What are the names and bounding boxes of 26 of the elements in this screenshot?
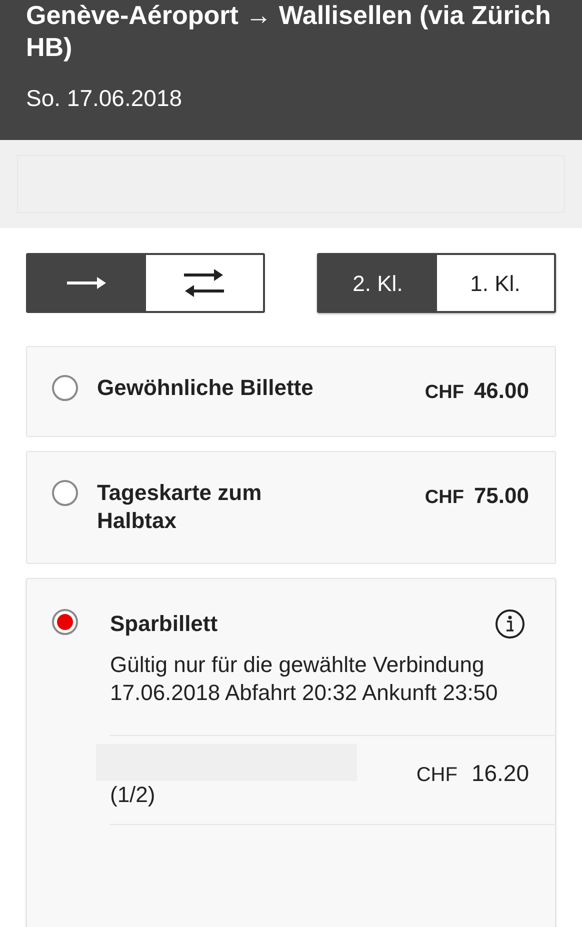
currency-label: CHF: [416, 762, 458, 788]
offer-name: Tageskarte zum Halbtax: [97, 478, 263, 534]
route-title: Genève-Aéroport → Wallisellen (via Zürich HB): [26, 0, 552, 63]
offer-description: Gültig nur für die gewählte Verbindung: [110, 650, 486, 678]
right-arrow-icon: [66, 275, 107, 291]
currency-label: CHF: [424, 486, 464, 510]
radio-button[interactable]: [52, 375, 78, 401]
info-icon[interactable]: [495, 608, 525, 638]
offer-card[interactable]: Sparbillett Gültig nur für die gewählte Verbindung 17.06.2018 Abfahrt 20:32 Ankunft 23:50 (1/2) CHF 16.20: [26, 578, 556, 927]
currency-label: CHF: [424, 381, 464, 405]
trip-type-tab[interactable]: [28, 255, 146, 311]
fare-note: (1/2): [110, 780, 156, 808]
offer-name: Sparbillett: [110, 610, 218, 638]
class-tab[interactable]: 1. Kl.: [436, 255, 554, 311]
offer-description: 17.06.2018 Abfahrt 20:32 Ankunft 23:50: [110, 678, 499, 706]
radio-button[interactable]: [52, 480, 78, 506]
radio-button[interactable]: [52, 608, 78, 634]
offer-card[interactable]: Tageskarte zum Halbtax CHF 75.00: [26, 450, 556, 564]
offer-card[interactable]: Gewöhnliche Billette CHF 46.00: [26, 346, 556, 436]
class-tab[interactable]: 2. Kl.: [319, 255, 436, 311]
offer-name: Gewöhnliche Billette: [97, 374, 314, 402]
offer-price: 75.00: [474, 482, 529, 510]
travel-date: So. 17.06.2018: [26, 84, 184, 113]
offer-price: 46.00: [474, 377, 529, 405]
fare-price: 16.20: [471, 758, 529, 788]
swap-arrows-icon: [184, 268, 224, 298]
